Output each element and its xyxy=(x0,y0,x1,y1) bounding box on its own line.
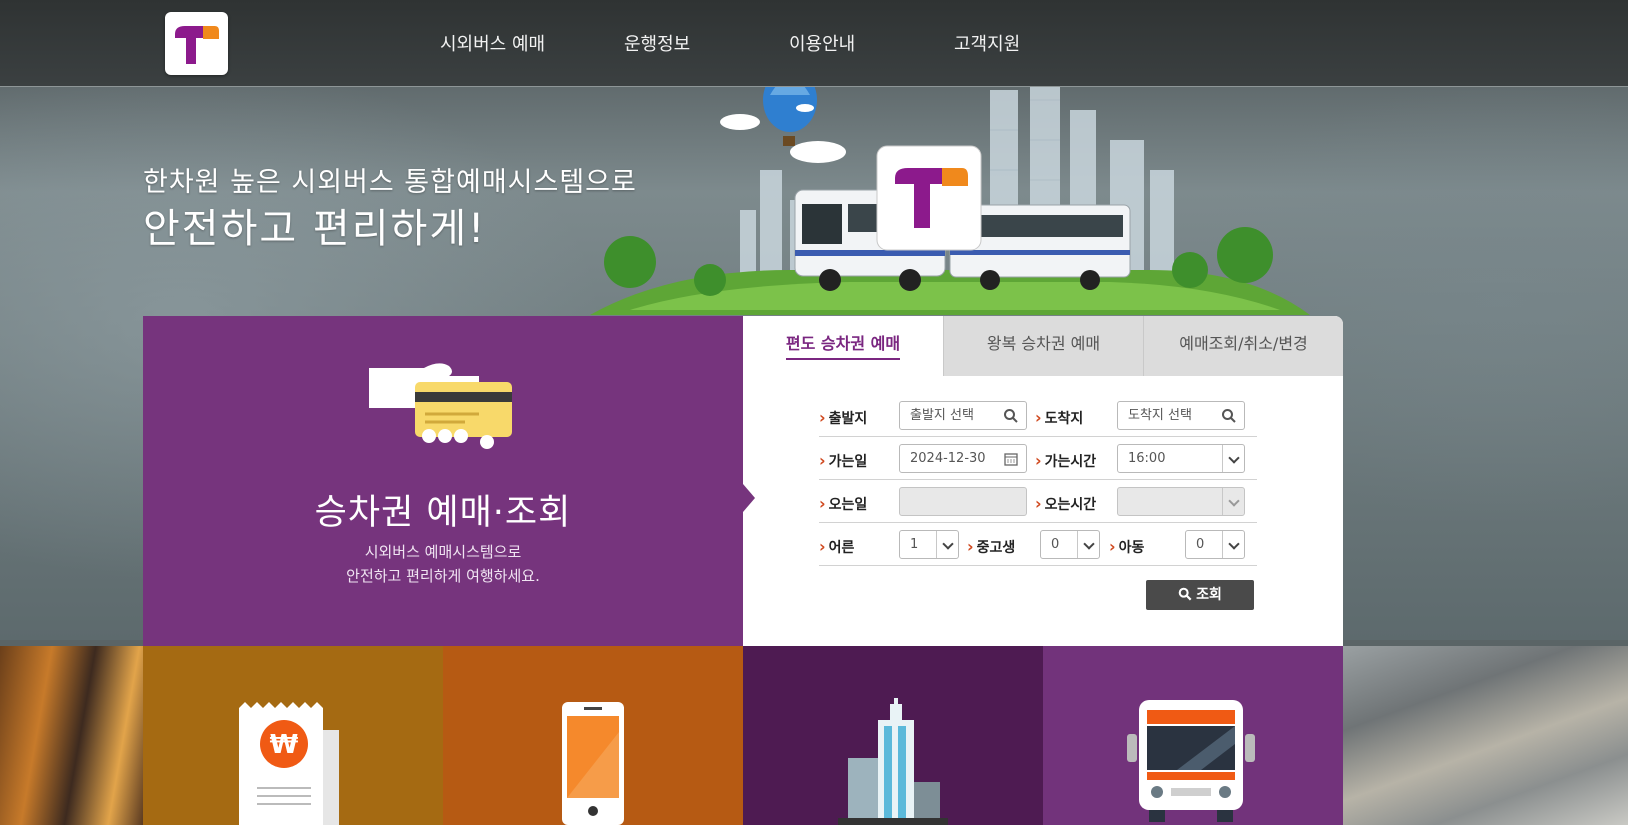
departure-placeholder: 출발지 선택 xyxy=(910,408,974,423)
form-row-passengers: 어른 1 중고생 0 아동 0 xyxy=(819,523,1257,566)
return-date-label: 오는일 xyxy=(819,494,868,514)
search-icon xyxy=(1004,409,1018,423)
departure-input[interactable]: 출발지 선택 xyxy=(899,401,1027,430)
booking-form: 편도 승차권 예매 왕복 승차권 예매 예매조회/취소/변경 출발지 출발지 선… xyxy=(743,316,1343,646)
form-row-return: 오는일 오는시간 xyxy=(819,480,1257,523)
panel-title: 승차권 예매·조회 xyxy=(314,493,572,533)
tab-round-trip[interactable]: 왕복 승차권 예매 xyxy=(943,316,1143,376)
go-time-label: 가는시간 xyxy=(1035,451,1097,471)
hero-headline: 한차원 높은 시외버스 통합예매시스템으로 xyxy=(143,167,637,198)
child-count-select[interactable]: 0 xyxy=(1185,530,1245,559)
tab-round-trip-label: 왕복 승차권 예매 xyxy=(986,334,1101,353)
tab-one-way[interactable]: 편도 승차권 예매 xyxy=(743,316,943,376)
return-time-select[interactable] xyxy=(1117,487,1245,516)
teen-count-select[interactable]: 0 xyxy=(1040,530,1100,559)
hero-subheadline: 안전하고 편리하게! xyxy=(143,206,487,252)
receipt-won-icon: ₩ xyxy=(239,702,339,825)
form-row-route: 출발지 출발지 선택 도착지 도착지 선택 xyxy=(819,394,1257,437)
return-time-label: 오는시간 xyxy=(1035,494,1097,514)
chevron-down-icon xyxy=(1077,531,1099,558)
svg-text:₩: ₩ xyxy=(270,730,299,760)
nav-item-schedule-info[interactable]: 운행정보 xyxy=(624,30,690,56)
adult-count-select[interactable]: 1 xyxy=(899,530,959,559)
panel-description: 시외버스 예매시스템으로 안전하고 편리하게 여행하세요. xyxy=(143,540,743,588)
search-button-label: 조회 xyxy=(1196,587,1222,603)
bus-interior-photo xyxy=(0,646,143,825)
panel-desc-line-2: 안전하고 편리하게 여행하세요. xyxy=(346,567,540,585)
tab-lookup-cancel-label: 예매조회/취소/변경 xyxy=(1179,334,1308,353)
go-time-value: 16:00 xyxy=(1128,451,1166,466)
arrival-placeholder: 도착지 선택 xyxy=(1128,408,1192,423)
road-traffic-photo xyxy=(1343,646,1628,825)
go-date-input[interactable]: 2024-12-30 xyxy=(899,444,1027,473)
panel-desc-line-1: 시외버스 예매시스템으로 xyxy=(364,543,522,561)
search-icon xyxy=(1178,587,1192,601)
nav-item-customer-support[interactable]: 고객지원 xyxy=(954,30,1020,56)
go-date-value: 2024-12-30 xyxy=(910,451,986,466)
panel-pointer-arrow xyxy=(743,484,755,512)
go-time-select[interactable]: 16:00 xyxy=(1117,444,1245,473)
departure-label: 출발지 xyxy=(819,408,868,428)
child-count-value: 0 xyxy=(1196,537,1205,552)
return-date-input[interactable] xyxy=(899,487,1027,516)
chevron-down-icon xyxy=(1222,445,1244,472)
tile-fare[interactable]: ₩ xyxy=(143,646,443,825)
booking-tabs: 편도 승차권 예매 왕복 승차권 예매 예매조회/취소/변경 xyxy=(743,316,1343,376)
bus-icon xyxy=(1127,700,1255,822)
chevron-down-icon xyxy=(1222,531,1244,558)
search-button[interactable]: 조회 xyxy=(1146,580,1254,610)
tile-bus-info[interactable] xyxy=(1043,646,1343,825)
form-row-go: 가는일 2024-12-30 가는시간 16:00 xyxy=(819,437,1257,480)
smartphone-icon xyxy=(562,702,624,825)
top-navigation-bar: 시외버스 예매 운행정보 이용안내 고객지원 xyxy=(0,0,1628,87)
building-icon xyxy=(838,698,948,825)
teen-count-value: 0 xyxy=(1051,537,1060,552)
go-date-label: 가는일 xyxy=(819,451,868,471)
search-icon xyxy=(1222,409,1236,423)
tile-mobile[interactable] xyxy=(443,646,743,825)
chevron-down-icon xyxy=(1222,488,1244,515)
main-nav: 시외버스 예매 운행정보 이용안내 고객지원 xyxy=(0,30,1628,60)
tab-one-way-label: 편도 승차권 예매 xyxy=(785,334,901,360)
tab-lookup-cancel[interactable]: 예매조회/취소/변경 xyxy=(1143,316,1343,376)
nav-item-bus-booking[interactable]: 시외버스 예매 xyxy=(440,30,545,56)
tile-terminal[interactable] xyxy=(743,646,1043,825)
child-label: 아동 xyxy=(1109,537,1145,557)
adult-count-value: 1 xyxy=(910,537,919,552)
adult-label: 어른 xyxy=(819,537,855,557)
arrival-input[interactable]: 도착지 선택 xyxy=(1117,401,1245,430)
ticket-info-panel: 승차권 예매·조회 시외버스 예매시스템으로 안전하고 편리하게 여행하세요. xyxy=(143,316,743,646)
quick-links-strip: ₩ xyxy=(0,646,1628,825)
hand-card-icon xyxy=(369,363,512,449)
calendar-icon[interactable] xyxy=(1003,451,1019,467)
arrival-label: 도착지 xyxy=(1035,408,1084,428)
chevron-down-icon xyxy=(936,531,958,558)
teen-label: 중고생 xyxy=(967,537,1016,557)
nav-item-usage-guide[interactable]: 이용안내 xyxy=(789,30,855,56)
